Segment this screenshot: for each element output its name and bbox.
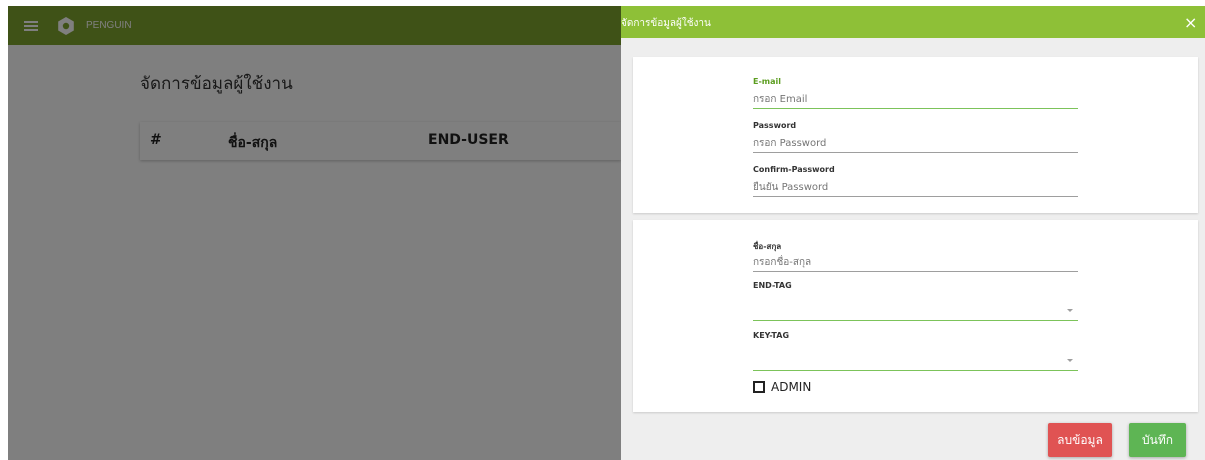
key-tag-select[interactable] — [753, 347, 1078, 371]
password-label: Password — [753, 121, 797, 130]
admin-label: ADMIN — [771, 380, 812, 394]
end-tag-label: END-TAG — [753, 281, 792, 290]
key-tag-label: KEY-TAG — [753, 331, 790, 340]
profile-card: ชื่อ-สกุล END-TAG KEY-TAG ADMIN — [633, 220, 1198, 412]
delete-button[interactable]: ลบข้อมูล — [1048, 423, 1112, 457]
save-button[interactable]: บันทึก — [1129, 423, 1186, 457]
email-field-group: E-mail — [753, 77, 1078, 109]
caret-down-icon — [1067, 309, 1073, 312]
fullname-field-group: ชื่อ-สกุล — [753, 240, 1078, 272]
admin-checkbox-row[interactable]: ADMIN — [753, 380, 811, 394]
fullname-field[interactable] — [753, 252, 1078, 272]
confirm-password-field[interactable] — [753, 177, 1078, 197]
close-icon[interactable]: × — [1184, 15, 1197, 31]
confirm-password-label: Confirm-Password — [753, 165, 835, 174]
admin-checkbox[interactable] — [753, 381, 765, 393]
confirm-password-field-group: Confirm-Password — [753, 165, 1078, 197]
user-management-panel: จัดการข้อมูลผู้ใช้งาน × E-mail Password … — [621, 6, 1205, 460]
end-tag-select[interactable] — [753, 297, 1078, 321]
key-tag-field-group: KEY-TAG — [753, 331, 1078, 371]
end-tag-field-group: END-TAG — [753, 281, 1078, 321]
fullname-label: ชื่อ-สกุล — [753, 242, 782, 251]
password-field[interactable] — [753, 133, 1078, 153]
account-card: E-mail Password Confirm-Password — [633, 57, 1198, 213]
caret-down-icon — [1067, 359, 1073, 362]
modal-backdrop[interactable] — [8, 6, 621, 460]
email-label: E-mail — [753, 77, 782, 86]
password-field-group: Password — [753, 121, 1078, 153]
main-app: PENGUIN จัดการข้อมูลผู้ใช้งาน # ชื่อ-สกุ… — [8, 6, 621, 460]
panel-title: จัดการข้อมูลผู้ใช้งาน — [621, 18, 711, 29]
email-field[interactable] — [753, 89, 1078, 109]
panel-header: จัดการข้อมูลผู้ใช้งาน × — [621, 6, 1205, 38]
